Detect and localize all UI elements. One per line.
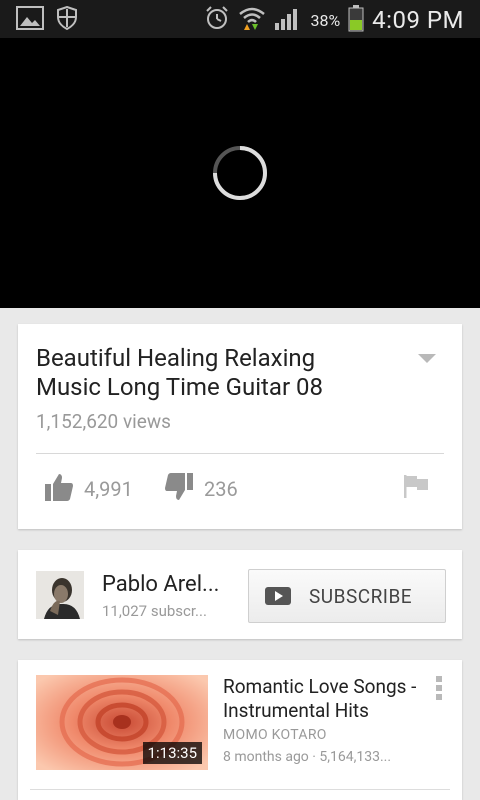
- more-options-icon[interactable]: [436, 676, 444, 700]
- signal-icon: [274, 5, 302, 35]
- alarm-icon: [204, 5, 230, 35]
- video-info-card: Beautiful Healing Relaxing Music Long Ti…: [18, 324, 462, 529]
- battery-percent: 38%: [310, 10, 341, 30]
- channel-card: Pablo Arel... 11,027 subscr... SUBSCRIBE: [18, 550, 462, 639]
- status-bar-right: 38% 4:09 PM: [204, 4, 464, 36]
- related-video-title[interactable]: Romantic Love Songs - Instrumental Hits: [223, 675, 428, 723]
- video-title: Beautiful Healing Relaxing Music Long Ti…: [36, 344, 324, 401]
- shield-icon: [56, 5, 78, 34]
- like-count: 4,991: [84, 477, 133, 501]
- youtube-play-icon: [265, 587, 291, 605]
- video-player[interactable]: [0, 38, 480, 308]
- subscribe-label: SUBSCRIBE: [309, 584, 413, 608]
- clock: 4:09 PM: [372, 6, 464, 34]
- dislike-count: 236: [204, 477, 238, 501]
- divider: [30, 789, 450, 790]
- subscriber-count: 11,027 subscr...: [102, 602, 207, 620]
- status-bar: 38% 4:09 PM: [0, 0, 480, 38]
- related-video-card[interactable]: 1:13:35 Romantic Love Songs - Instrument…: [18, 660, 462, 800]
- expand-description-icon[interactable]: [418, 354, 436, 363]
- flag-icon: [402, 472, 430, 504]
- video-thumbnail[interactable]: 1:13:35: [36, 675, 208, 770]
- flag-button[interactable]: [402, 472, 430, 504]
- status-bar-left: [16, 5, 78, 34]
- thumbs-up-icon: [44, 472, 74, 506]
- like-button[interactable]: 4,991: [44, 472, 133, 506]
- dislike-button[interactable]: 236: [164, 472, 238, 506]
- rating-actions: 4,991 236: [42, 472, 438, 508]
- related-video-meta: 8 months ago · 5,164,133...: [223, 749, 392, 765]
- related-video-channel: MOMO KOTARO: [223, 727, 327, 743]
- battery-icon: [348, 4, 364, 36]
- image-icon: [16, 6, 44, 34]
- wifi-icon: [238, 4, 266, 36]
- avatar[interactable]: [36, 571, 84, 619]
- loading-spinner-icon: [213, 146, 267, 200]
- subscribe-button[interactable]: SUBSCRIBE: [248, 569, 446, 623]
- view-count: 1,152,620 views: [36, 410, 171, 433]
- channel-name[interactable]: Pablo Arel...: [102, 572, 219, 597]
- video-duration: 1:13:35: [142, 742, 202, 764]
- thumbs-down-icon: [164, 472, 194, 506]
- divider: [36, 453, 444, 454]
